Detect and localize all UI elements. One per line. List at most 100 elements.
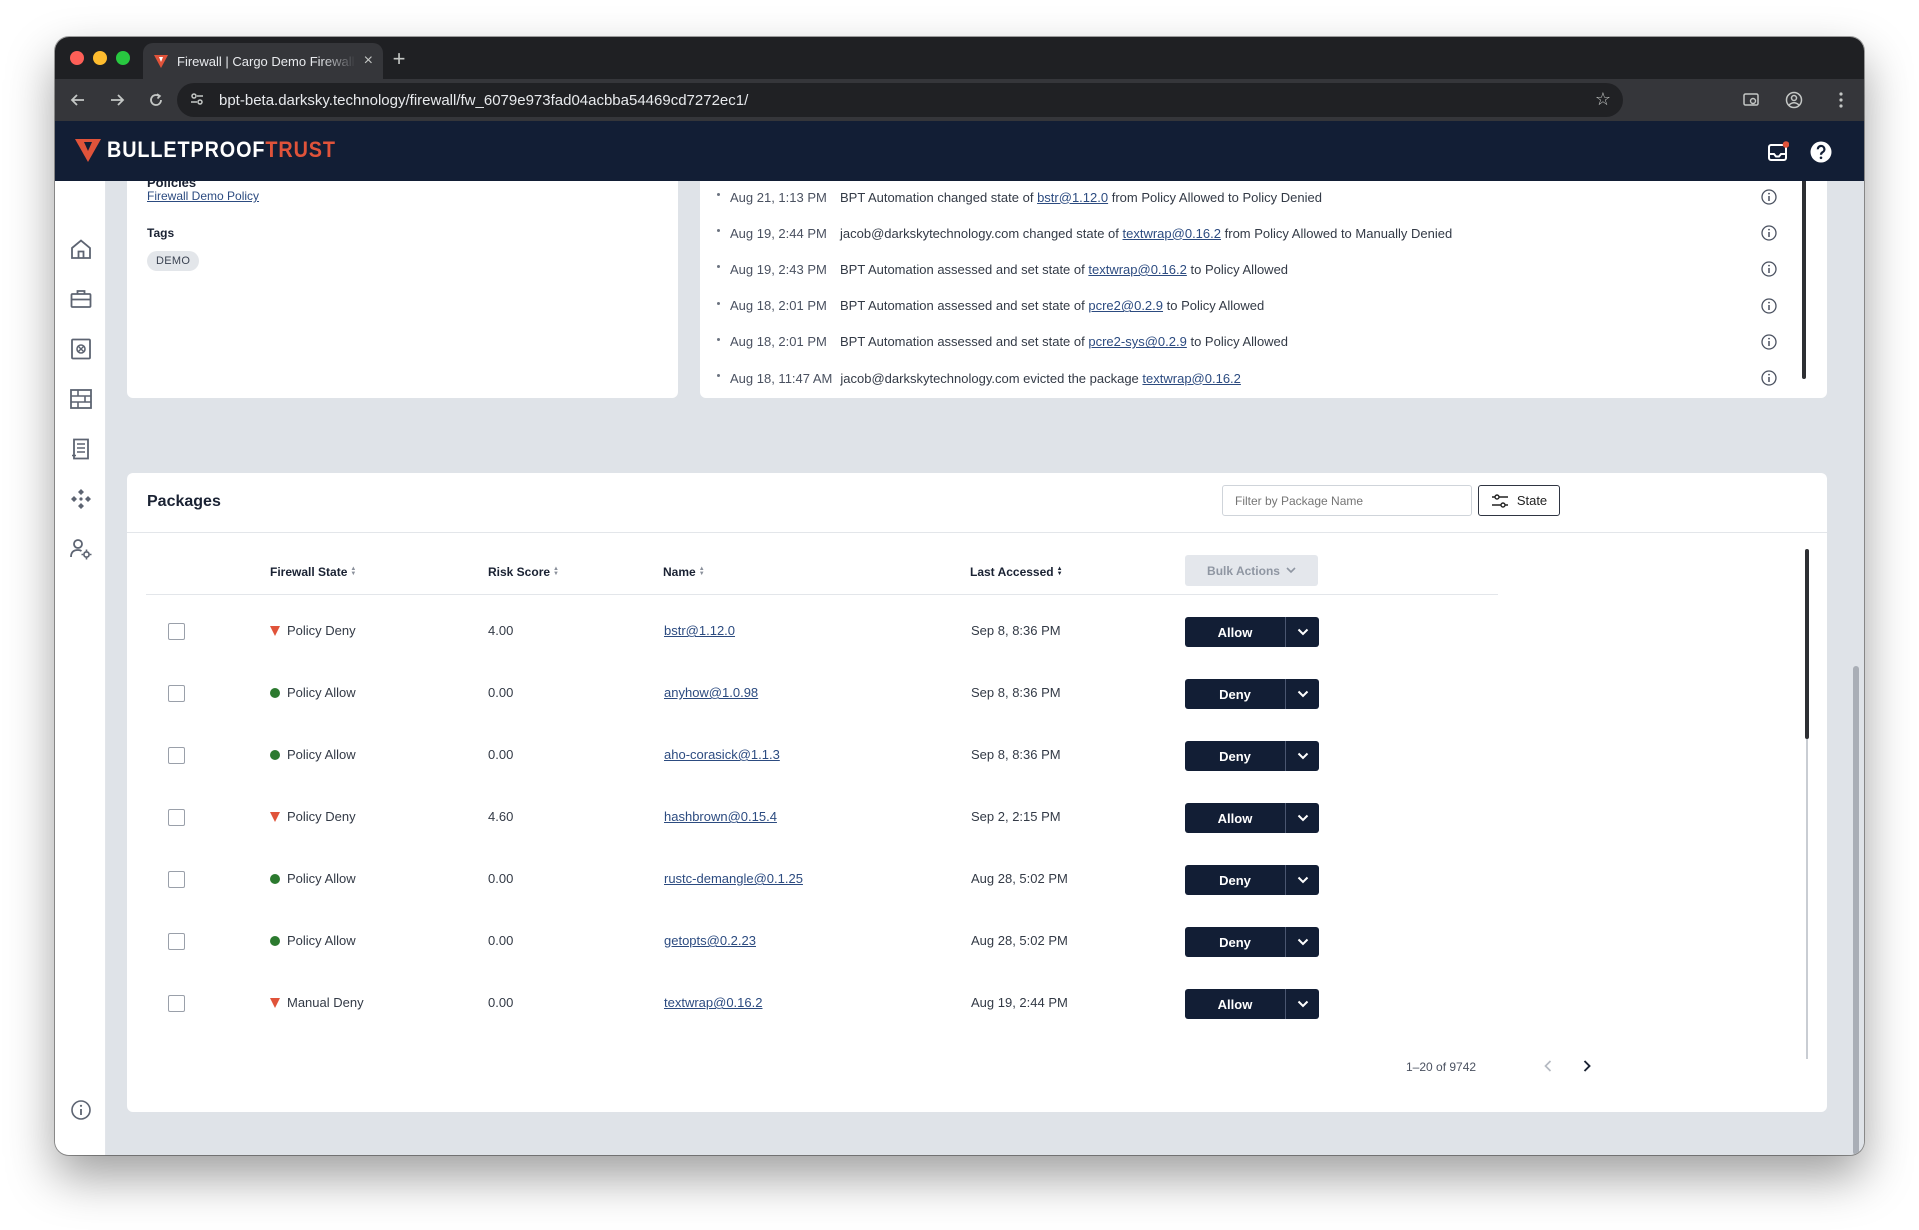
browser-menu-button[interactable]	[1826, 85, 1856, 115]
policy-link[interactable]: Firewall Demo Policy	[147, 189, 259, 203]
row-checkbox[interactable]	[168, 933, 185, 950]
risk-score: 0.00	[488, 685, 514, 700]
activity-package-link[interactable]: pcre2-sys@0.2.9	[1088, 334, 1186, 349]
package-name-link[interactable]: hashbrown@0.15.4	[664, 809, 777, 824]
column-header-state[interactable]: Firewall State ▲ ▼	[270, 565, 356, 579]
profile-button[interactable]	[1779, 85, 1809, 115]
package-name-link[interactable]: anyhow@1.0.98	[664, 685, 758, 700]
browser-tab-firewall[interactable]: Firewall | Cargo Demo Firewall ×	[143, 43, 383, 79]
sort-desc-icon: ▲ ▼	[1056, 566, 1063, 577]
package-name-link[interactable]: bstr@1.12.0	[664, 623, 735, 638]
nav-integrations[interactable]	[66, 484, 96, 514]
next-page-button[interactable]	[1575, 1053, 1599, 1079]
site-settings-icon[interactable]	[189, 91, 211, 110]
firewall-state-label: Policy Allow	[287, 685, 356, 700]
nav-vault[interactable]	[66, 334, 96, 364]
row-checkbox[interactable]	[168, 623, 185, 640]
activity-log-card: Aug 21, 1:13 PM BPT Automation changed st…	[700, 181, 1827, 398]
row-checkbox[interactable]	[168, 747, 185, 764]
row-action-dropdown[interactable]	[1286, 865, 1319, 895]
bulk-actions-button[interactable]: Bulk Actions	[1185, 555, 1318, 586]
help-button[interactable]	[1808, 139, 1834, 165]
brand-name-1: BULLETPROOF	[107, 137, 266, 162]
row-checkbox[interactable]	[168, 995, 185, 1012]
notifications-button[interactable]	[1765, 139, 1791, 165]
new-tab-button[interactable]: +	[385, 45, 413, 73]
row-action-group: Allow	[1185, 617, 1319, 647]
tag-chip: DEMO	[147, 251, 200, 271]
package-name-link[interactable]: rustc-demangle@0.1.25	[664, 871, 803, 886]
row-action-button[interactable]: Deny	[1185, 741, 1285, 771]
document-list-icon	[72, 438, 89, 460]
info-icon[interactable]	[1760, 369, 1778, 387]
table-scrollbar[interactable]	[1805, 549, 1809, 739]
state-filter-button[interactable]: State	[1478, 485, 1560, 516]
activity-package-link[interactable]: bstr@1.12.0	[1037, 190, 1108, 205]
row-action-dropdown[interactable]	[1286, 927, 1319, 957]
activity-package-link[interactable]: textwrap@0.16.2	[1123, 226, 1221, 241]
prev-page-button[interactable]	[1536, 1053, 1560, 1079]
column-header-risk[interactable]: Risk Score ▲ ▼	[488, 565, 559, 579]
address-bar[interactable]: bpt-beta.darksky.technology/firewall/fw_…	[177, 83, 1623, 117]
tab-search-button[interactable]	[1736, 85, 1766, 115]
row-action-button[interactable]: Allow	[1185, 989, 1285, 1019]
row-action-button[interactable]: Deny	[1185, 927, 1285, 957]
browser-tabstrip: Firewall | Cargo Demo Firewall × +	[55, 37, 1864, 79]
activity-package-link[interactable]: textwrap@0.16.2	[1088, 262, 1186, 277]
bookmark-star-icon[interactable]: ☆	[1595, 89, 1611, 110]
back-button[interactable]	[63, 85, 93, 115]
row-action-dropdown[interactable]	[1286, 989, 1319, 1019]
package-name-link[interactable]: getopts@0.2.23	[664, 933, 756, 948]
page-scrollbar[interactable]	[1853, 666, 1859, 1155]
package-name-link[interactable]: aho-corasick@1.1.3	[664, 747, 780, 762]
nav-home[interactable]	[66, 234, 96, 264]
reload-button[interactable]	[141, 85, 171, 115]
row-action-dropdown[interactable]	[1286, 617, 1319, 647]
package-filter-input[interactable]	[1222, 485, 1472, 516]
close-tab-icon[interactable]: ×	[364, 53, 373, 69]
activity-package-link[interactable]: textwrap@0.16.2	[1142, 371, 1240, 386]
nav-projects[interactable]	[66, 284, 96, 314]
info-icon[interactable]	[1760, 224, 1778, 242]
row-checkbox[interactable]	[168, 871, 185, 888]
nav-reports[interactable]	[66, 434, 96, 464]
row-checkbox[interactable]	[168, 809, 185, 826]
row-action-dropdown[interactable]	[1286, 803, 1319, 833]
info-icon[interactable]	[1760, 260, 1778, 278]
minimize-window-button[interactable]	[93, 51, 107, 65]
nav-user-settings[interactable]	[66, 534, 96, 564]
firewall-state: Policy Deny	[270, 809, 356, 824]
info-icon[interactable]	[1760, 297, 1778, 315]
row-action-dropdown[interactable]	[1286, 741, 1319, 771]
chevron-down-icon	[1297, 685, 1309, 703]
sort-icon: ▲ ▼	[698, 566, 705, 577]
column-header-accessed[interactable]: Last Accessed ▲ ▼	[970, 565, 1063, 579]
close-window-button[interactable]	[70, 51, 84, 65]
bulletproof-trust-logo[interactable]: BULLETPROOFTRUST	[75, 137, 361, 163]
row-action-button[interactable]: Allow	[1185, 617, 1285, 647]
package-name-link[interactable]: textwrap@0.16.2	[664, 995, 762, 1010]
column-header-name[interactable]: Name ▲ ▼	[663, 565, 705, 579]
row-action-button[interactable]: Deny	[1185, 865, 1285, 895]
activity-package-link[interactable]: pcre2@0.2.9	[1088, 298, 1163, 313]
activity-post: to Policy Allowed	[1190, 334, 1289, 350]
firewall-state-label: Policy Allow	[287, 747, 356, 762]
info-icon[interactable]	[1760, 333, 1778, 351]
nav-about[interactable]	[66, 1095, 96, 1125]
activity-scrollbar[interactable]	[1802, 181, 1806, 379]
info-icon[interactable]	[1760, 188, 1778, 206]
maximize-window-button[interactable]	[116, 51, 130, 65]
activity-row: Aug 19, 2:43 PM BPT Automation assessed a…	[717, 259, 1288, 279]
info-circle-icon	[71, 1100, 91, 1120]
row-action-dropdown[interactable]	[1286, 679, 1319, 709]
timeline-dot	[717, 193, 720, 196]
row-action-button[interactable]: Allow	[1185, 803, 1285, 833]
sort-icon: ▲ ▼	[553, 566, 559, 577]
allowed-status-icon	[270, 749, 280, 760]
nav-firewall[interactable]	[66, 384, 96, 414]
activity-time: Aug 18, 2:01 PM	[730, 298, 827, 314]
forward-button[interactable]	[102, 85, 132, 115]
row-action-button[interactable]: Deny	[1185, 679, 1285, 709]
row-checkbox[interactable]	[168, 685, 185, 702]
row-action-group: Deny	[1185, 679, 1319, 709]
